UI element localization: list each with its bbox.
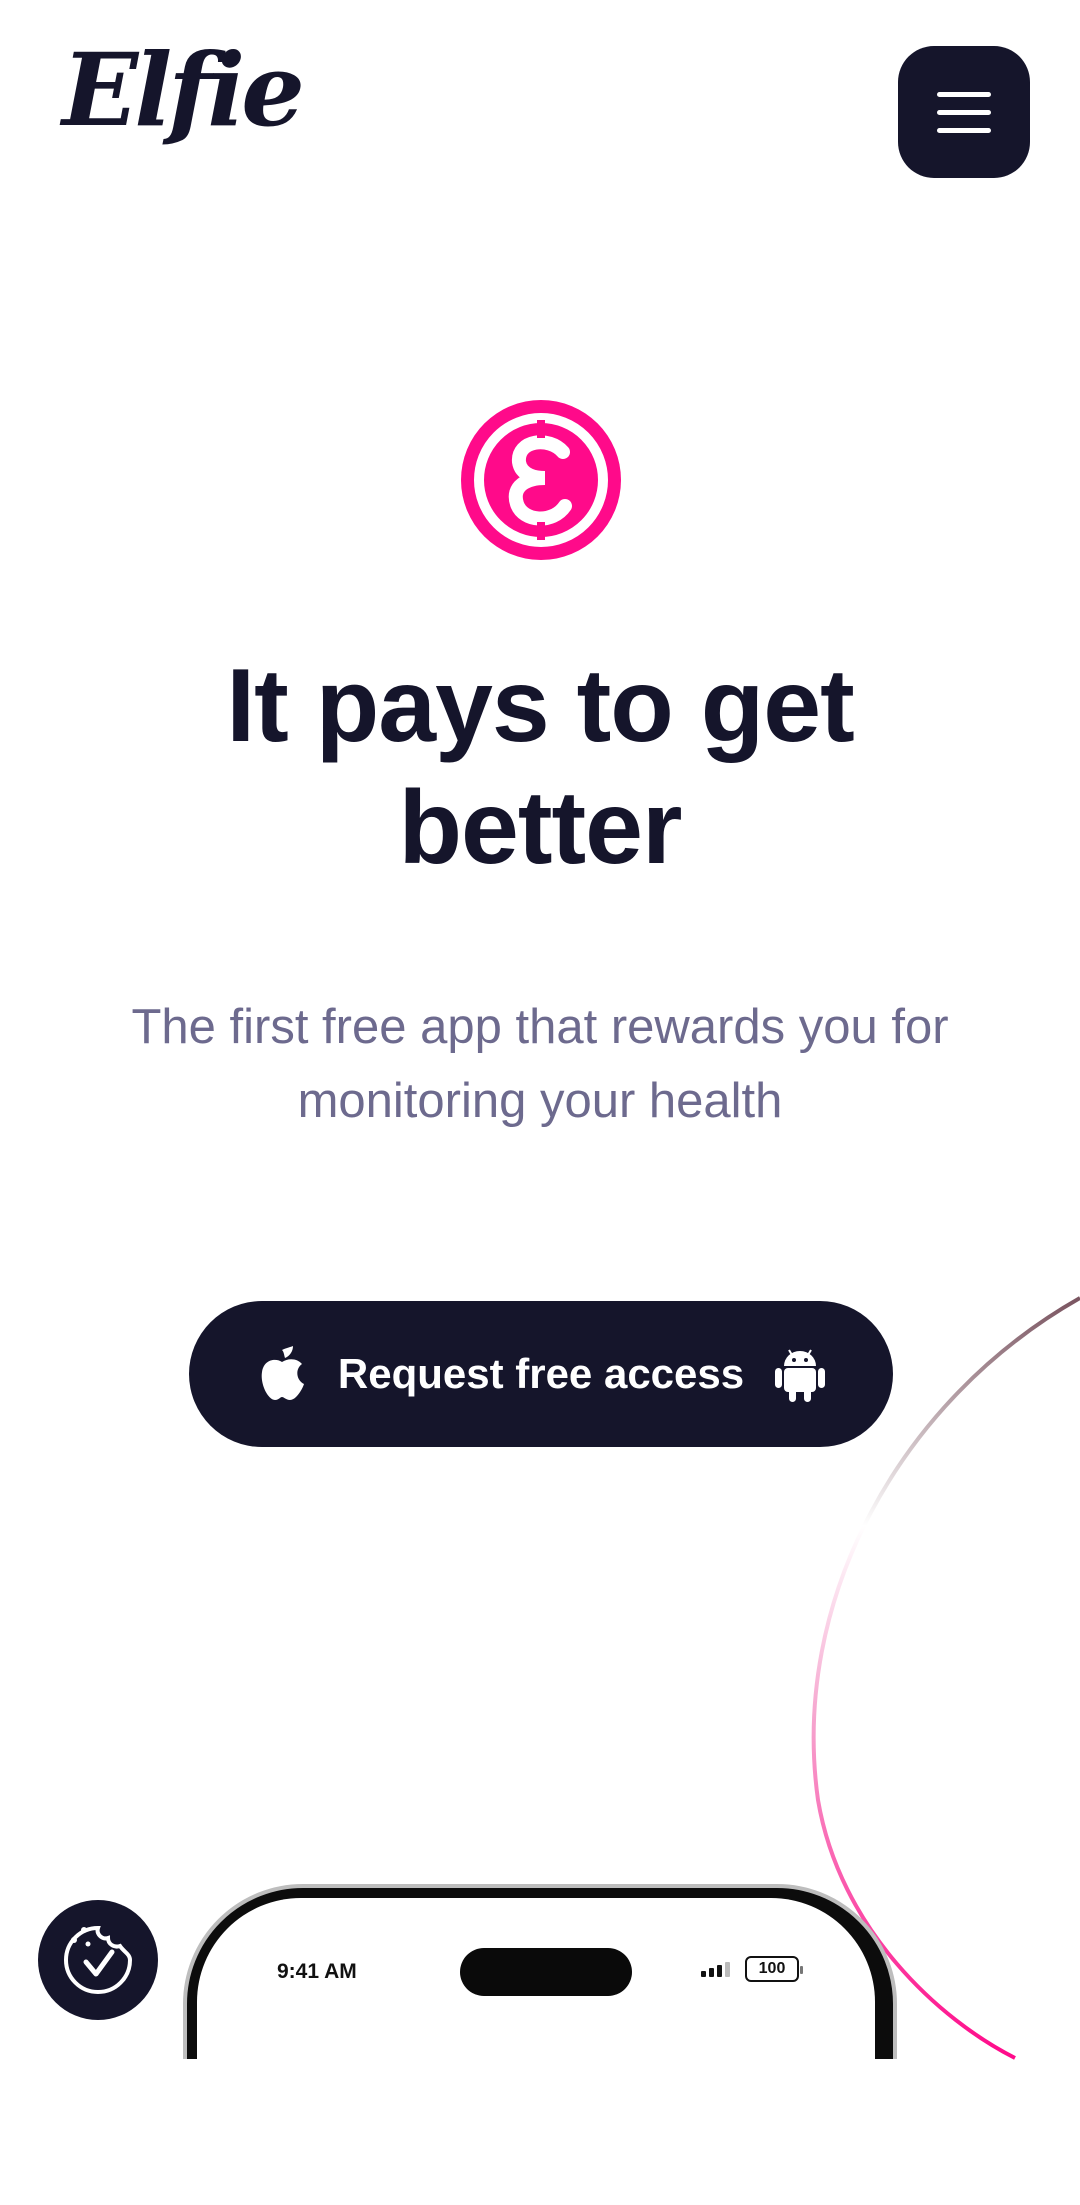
dynamic-island	[460, 1948, 632, 1996]
cellular-signal-icon	[701, 1962, 730, 1977]
battery-icon: 100	[745, 1956, 803, 1982]
elfie-logo[interactable]: Elfie	[62, 40, 305, 140]
hero-subtitle: The first free app that rewards you for …	[131, 1000, 949, 1128]
android-icon	[775, 1349, 826, 1402]
request-access-button[interactable]: Request free access	[189, 1301, 893, 1447]
apple-icon	[261, 1346, 304, 1400]
hero-title: It pays to get better	[226, 648, 854, 886]
hamburger-menu-icon	[937, 91, 991, 133]
status-bar-time: 9:41 AM	[277, 1960, 357, 1983]
phone-preview: 9:41 AM 100	[183, 1884, 897, 2059]
request-access-label: Request free access	[337, 1350, 745, 1397]
site-header: Elfie	[0, 0, 1080, 230]
elfie-coin-icon	[461, 400, 621, 560]
cookie-consent-icon	[64, 1925, 133, 1994]
phone-screen: 9:41 AM 100	[197, 1898, 875, 2059]
cookie-settings-button[interactable]	[38, 1900, 158, 2020]
menu-button[interactable]	[898, 46, 1030, 178]
